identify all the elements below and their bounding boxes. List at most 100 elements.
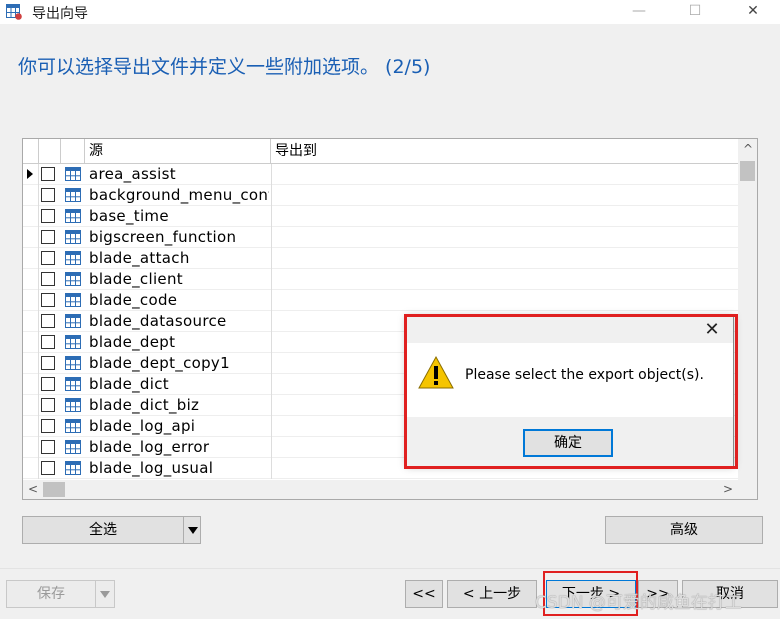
horizontal-scroll-thumb[interactable] bbox=[43, 482, 65, 497]
row-export-target[interactable] bbox=[271, 290, 739, 311]
row-source-name: blade_attach bbox=[89, 249, 190, 267]
scroll-right-icon[interactable]: > bbox=[723, 482, 733, 496]
first-step-button[interactable]: << bbox=[405, 580, 443, 608]
column-header-source[interactable]: 源 bbox=[85, 139, 271, 163]
row-export-target[interactable] bbox=[271, 164, 739, 185]
previous-step-button[interactable]: < 上一步 bbox=[447, 580, 537, 608]
horizontal-scrollbar[interactable]: < > bbox=[23, 480, 739, 499]
table-icon bbox=[65, 229, 81, 245]
warning-icon bbox=[418, 355, 454, 389]
row-checkbox[interactable] bbox=[41, 272, 55, 286]
row-checkbox[interactable] bbox=[41, 293, 55, 307]
header-indicator bbox=[23, 139, 39, 163]
table-icon bbox=[65, 166, 81, 182]
current-row-arrow-icon bbox=[27, 169, 33, 179]
table-icon bbox=[65, 460, 81, 476]
row-checkbox[interactable] bbox=[41, 377, 55, 391]
row-indicator bbox=[23, 395, 39, 416]
row-source-name: blade_log_usual bbox=[89, 459, 214, 477]
row-source-name: area_assist bbox=[89, 165, 176, 183]
table-icon bbox=[65, 292, 81, 308]
row-indicator bbox=[23, 227, 39, 248]
row-indicator bbox=[23, 374, 39, 395]
row-checkbox[interactable] bbox=[41, 314, 55, 328]
row-checkbox[interactable] bbox=[41, 251, 55, 265]
row-source-name: bigscreen_function bbox=[89, 228, 237, 246]
header-check bbox=[39, 139, 61, 163]
vertical-scrollbar[interactable]: ^ bbox=[738, 139, 757, 481]
scroll-up-icon[interactable]: ^ bbox=[743, 142, 753, 156]
close-window-button[interactable]: ✕ bbox=[730, 0, 776, 24]
minimize-button[interactable]: — bbox=[616, 0, 662, 24]
row-indicator bbox=[23, 206, 39, 227]
dropdown-arrow-icon bbox=[100, 591, 110, 598]
dialog-message: Please select the export object(s). bbox=[465, 367, 704, 383]
row-source-name: blade_log_error bbox=[89, 438, 210, 456]
scroll-corner bbox=[738, 480, 757, 499]
ok-button[interactable]: 确定 bbox=[523, 429, 613, 457]
row-source-name: blade_client bbox=[89, 270, 183, 288]
title-bar: 导出向导 — ☐ ✕ bbox=[0, 0, 780, 24]
table-icon bbox=[65, 271, 81, 287]
row-checkbox[interactable] bbox=[41, 440, 55, 454]
dialog-footer: 确定 bbox=[407, 417, 733, 467]
row-indicator bbox=[23, 185, 39, 206]
table-icon bbox=[65, 397, 81, 413]
scroll-left-icon[interactable]: < bbox=[28, 482, 38, 496]
row-indicator bbox=[23, 248, 39, 269]
watermark: CSDN @可爱的咸鱼在打工 bbox=[535, 593, 742, 613]
row-checkbox[interactable] bbox=[41, 230, 55, 244]
row-export-target[interactable] bbox=[271, 248, 739, 269]
table-row[interactable]: area_assist bbox=[23, 164, 739, 185]
save-dropdown[interactable] bbox=[95, 580, 115, 608]
row-source-name: blade_dict_biz bbox=[89, 396, 200, 414]
message-dialog: ✕ Please select the export object(s). 确定 bbox=[406, 316, 734, 467]
dialog-body: Please select the export object(s). 确定 bbox=[407, 343, 733, 467]
table-icon bbox=[65, 439, 81, 455]
table-row[interactable]: blade_client bbox=[23, 269, 739, 290]
header-icon bbox=[61, 139, 85, 163]
row-source-name: blade_dept_copy1 bbox=[89, 354, 230, 372]
row-checkbox[interactable] bbox=[41, 356, 55, 370]
maximize-button[interactable]: ☐ bbox=[672, 0, 718, 24]
row-indicator bbox=[23, 437, 39, 458]
select-all-button[interactable]: 全选 bbox=[22, 516, 184, 544]
table-icon bbox=[65, 355, 81, 371]
table-icon bbox=[65, 418, 81, 434]
table-row[interactable]: background_menu_config bbox=[23, 185, 739, 206]
row-checkbox[interactable] bbox=[41, 209, 55, 223]
column-header-export-to[interactable]: 导出到 bbox=[271, 139, 739, 163]
table-icon bbox=[65, 250, 81, 266]
row-indicator bbox=[23, 332, 39, 353]
row-export-target[interactable] bbox=[271, 185, 739, 206]
vertical-scroll-thumb[interactable] bbox=[740, 161, 755, 181]
row-checkbox[interactable] bbox=[41, 167, 55, 181]
row-checkbox[interactable] bbox=[41, 188, 55, 202]
table-row[interactable]: bigscreen_function bbox=[23, 227, 739, 248]
table-row[interactable]: blade_code bbox=[23, 290, 739, 311]
window-title: 导出向导 bbox=[32, 6, 88, 22]
row-source-name: blade_dept bbox=[89, 333, 176, 351]
row-source-name: blade_datasource bbox=[89, 312, 227, 330]
select-all-dropdown[interactable] bbox=[183, 516, 201, 544]
row-indicator bbox=[23, 458, 39, 479]
row-export-target[interactable] bbox=[271, 269, 739, 290]
row-export-target[interactable] bbox=[271, 206, 739, 227]
row-export-target[interactable] bbox=[271, 227, 739, 248]
table-row[interactable]: base_time bbox=[23, 206, 739, 227]
table-icon bbox=[65, 208, 81, 224]
row-checkbox[interactable] bbox=[41, 419, 55, 433]
row-source-name: background_menu_config bbox=[89, 186, 269, 204]
row-checkbox[interactable] bbox=[41, 461, 55, 475]
dialog-close-button[interactable]: ✕ bbox=[697, 319, 727, 341]
page-heading: 你可以选择导出文件并定义一些附加选项。 (2/5) bbox=[18, 56, 431, 78]
row-indicator bbox=[23, 416, 39, 437]
save-button[interactable]: 保存 bbox=[6, 580, 96, 608]
table-row[interactable]: blade_attach bbox=[23, 248, 739, 269]
advanced-button[interactable]: 高级 bbox=[605, 516, 763, 544]
row-indicator bbox=[23, 311, 39, 332]
row-checkbox[interactable] bbox=[41, 335, 55, 349]
row-source-name: blade_dict bbox=[89, 375, 169, 393]
table-icon bbox=[65, 376, 81, 392]
row-checkbox[interactable] bbox=[41, 398, 55, 412]
